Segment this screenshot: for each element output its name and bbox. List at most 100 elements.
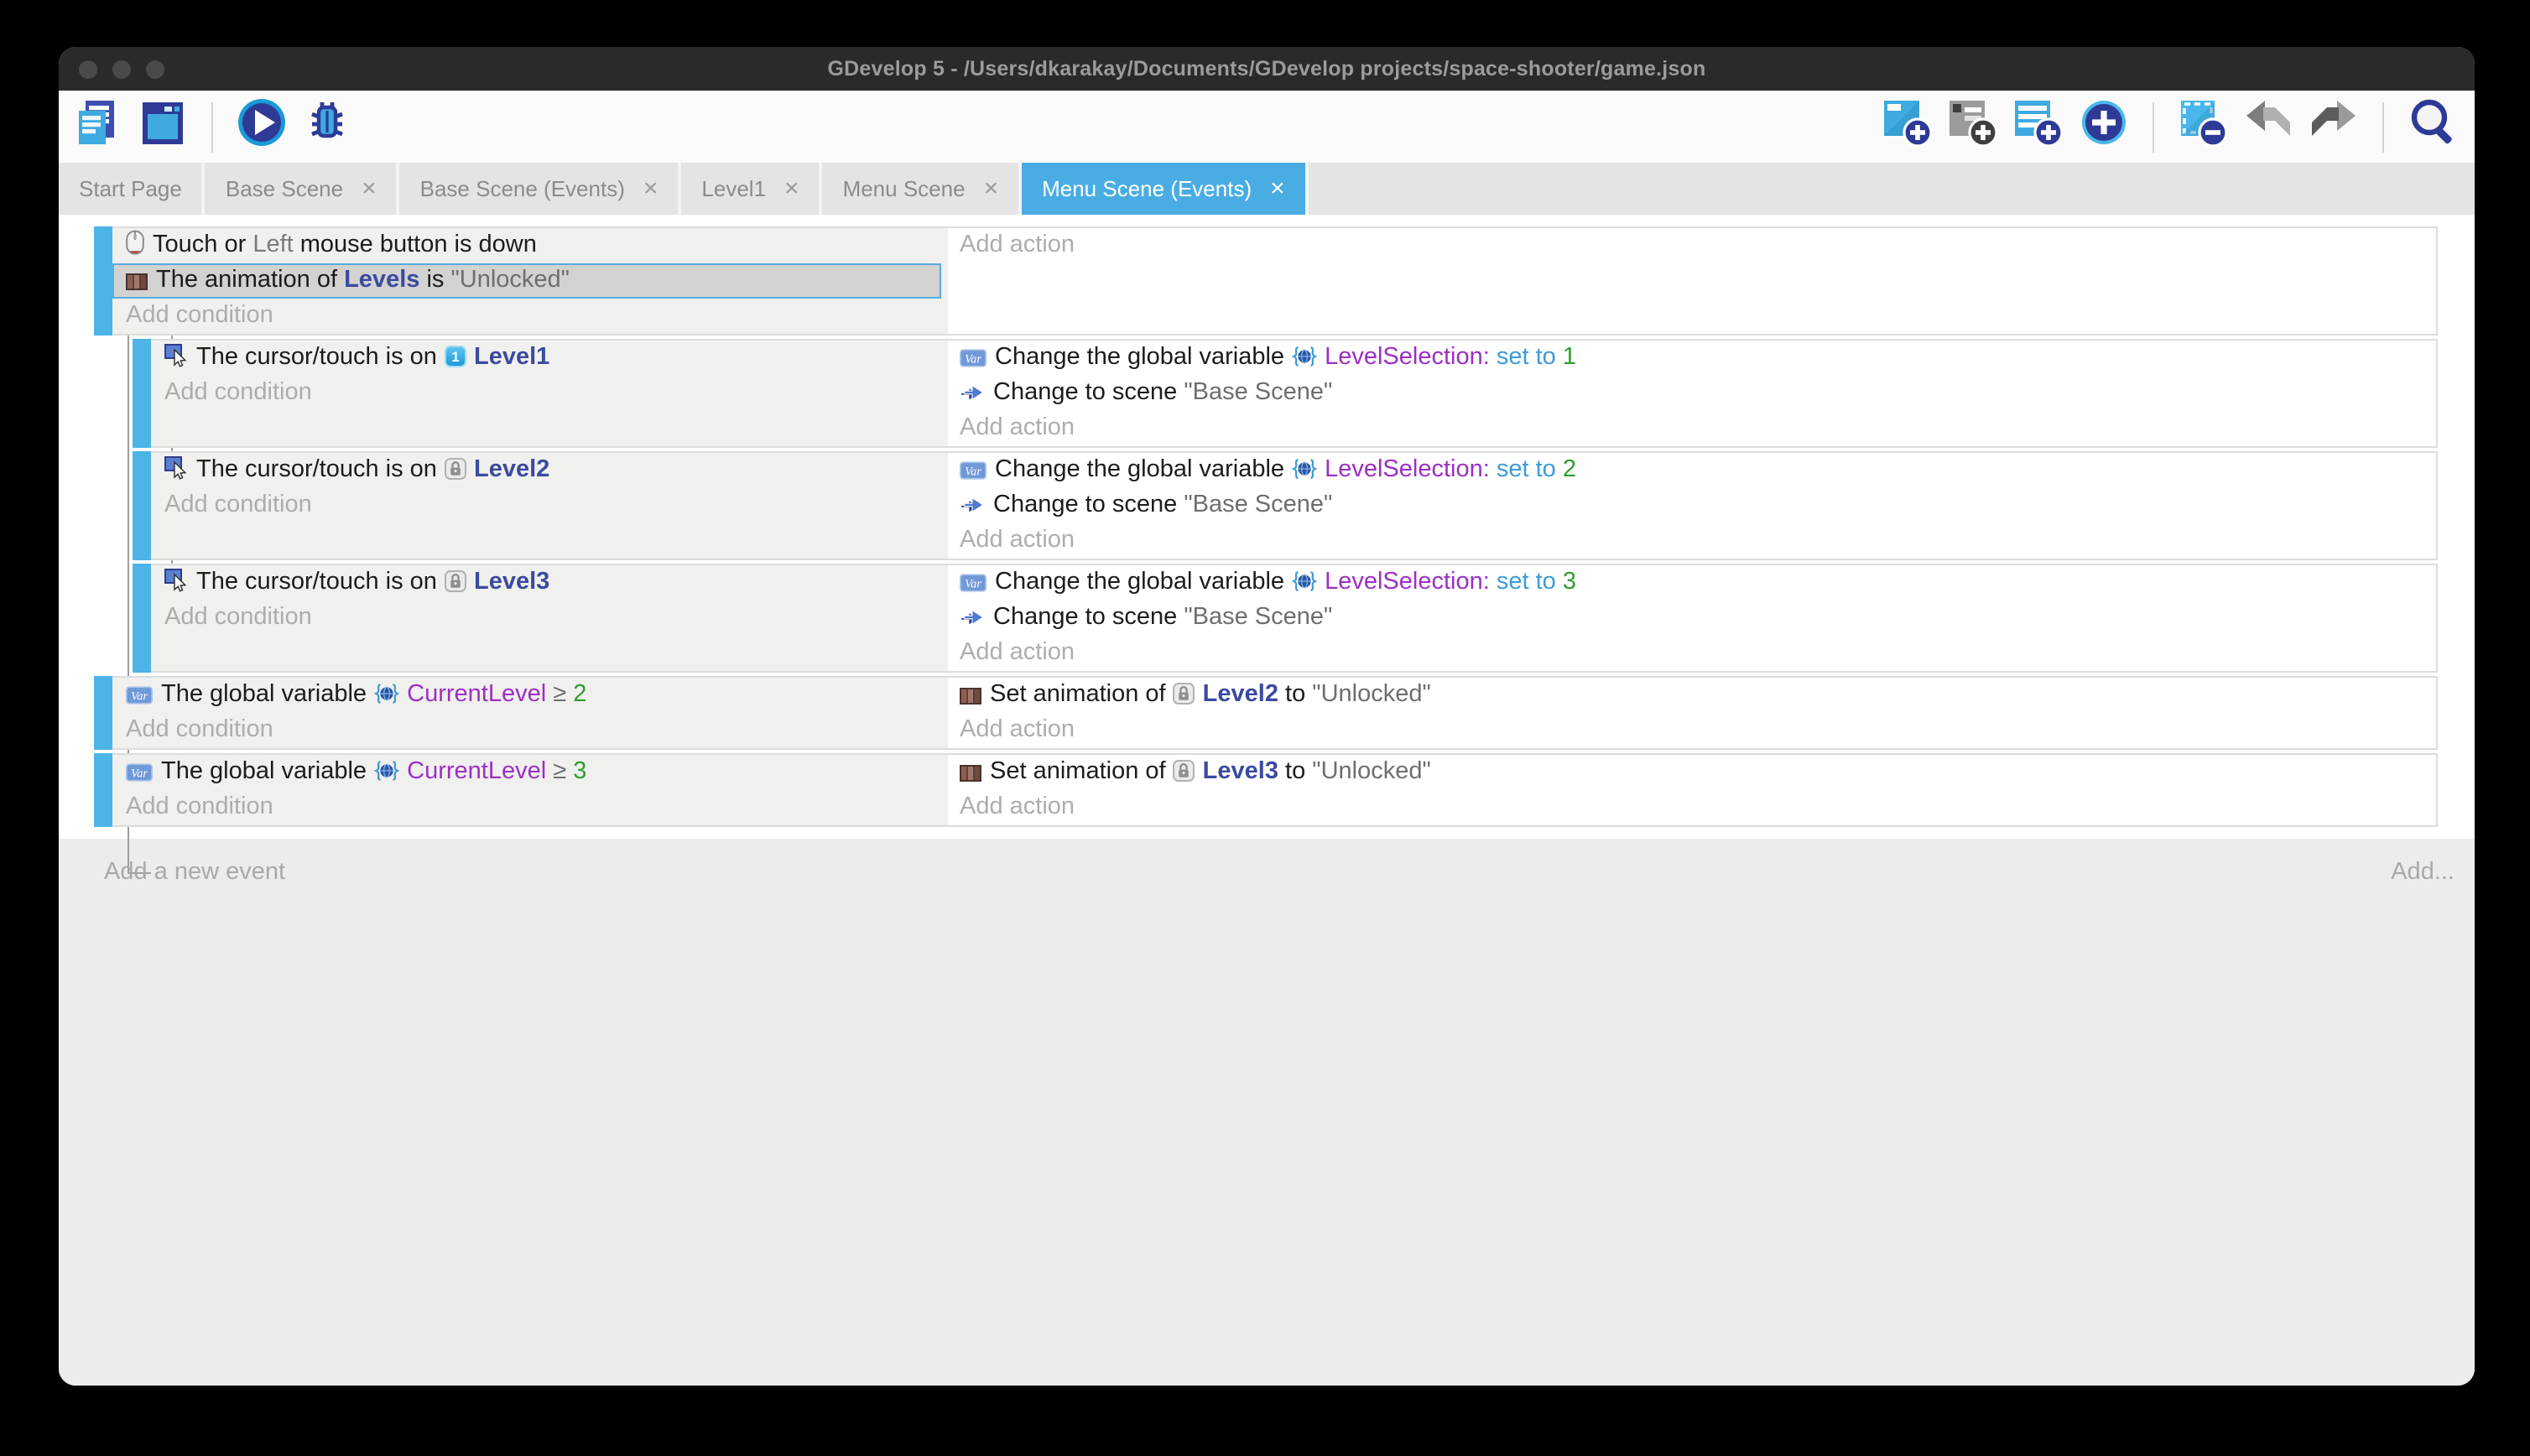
close-tab-icon[interactable]: × <box>643 176 659 201</box>
tab-start-page[interactable]: Start Page <box>59 163 206 215</box>
condition-row[interactable]: VarThe global variable CurrentLevel ≥ 2 <box>126 678 948 713</box>
close-tab-icon[interactable]: × <box>362 176 377 201</box>
event-box: The cursor/touch is on Level3Add conditi… <box>151 564 2438 673</box>
add-condition-link[interactable]: Add condition <box>126 713 948 748</box>
event-currentlevel-gte-3: VarThe global variable CurrentLevel ≥ 3A… <box>94 753 2438 827</box>
delete-event-button[interactable] <box>2176 100 2230 153</box>
tab-menu-scene[interactable]: Menu Scene × <box>823 163 1023 215</box>
scene-editor-button[interactable] <box>136 100 190 153</box>
tab-base-scene[interactable]: Base Scene× <box>206 163 400 215</box>
text-segment: LevelSelection <box>1325 569 1483 595</box>
svg-text:Var: Var <box>131 767 148 780</box>
action-row[interactable]: VarChange the global variable LevelSelec… <box>960 341 2436 376</box>
text-segment: Left <box>252 231 293 258</box>
close-tab-icon[interactable]: × <box>984 176 999 201</box>
text-segment: 2 <box>573 681 586 708</box>
undo-button[interactable] <box>2241 100 2295 153</box>
search-button[interactable] <box>2406 100 2460 153</box>
add-event-button[interactable] <box>1881 100 1934 153</box>
add-subevent-icon <box>2012 96 2065 158</box>
text-segment: The animation of <box>156 267 344 294</box>
add-more-link[interactable]: Add... <box>2391 859 2455 886</box>
toolbar <box>59 91 2475 163</box>
text-segment: Change the global variable <box>995 569 1291 595</box>
conditions-column: VarThe global variable CurrentLevel ≥ 2A… <box>112 678 953 748</box>
event-handle[interactable] <box>94 226 112 335</box>
close-tab-icon[interactable]: × <box>1270 176 1285 201</box>
add-action-link[interactable]: Add action <box>960 228 2436 263</box>
zoom-window-icon[interactable] <box>146 60 164 79</box>
add-action-link[interactable]: Add action <box>960 636 2436 671</box>
tab-menu-scene-events[interactable]: Menu Scene (Events)× <box>1022 163 1309 215</box>
debug-icon <box>302 97 352 156</box>
action-row[interactable]: Change to scene "Base Scene" <box>960 601 2436 636</box>
condition-row[interactable]: VarThe global variable CurrentLevel ≥ 3 <box>126 755 948 790</box>
lock-icon <box>1173 760 1195 782</box>
add-condition-link[interactable]: Add condition <box>126 299 948 334</box>
event-box: VarThe global variable CurrentLevel ≥ 2A… <box>112 676 2438 750</box>
actions-column: Add action <box>953 228 2436 334</box>
conditions-column: The cursor/touch is on Level2Add conditi… <box>151 453 953 559</box>
add-condition-link[interactable]: Add condition <box>164 376 948 411</box>
add-condition-link[interactable]: Add condition <box>164 601 948 636</box>
add-condition-link[interactable]: Add condition <box>126 790 948 825</box>
var-icon: Var <box>960 349 986 367</box>
event-handle[interactable] <box>133 451 151 560</box>
text-segment: is <box>419 267 450 294</box>
text-segment: 2 <box>1563 456 1576 483</box>
condition-row[interactable]: The animation of Levels is "Unlocked" <box>112 263 941 299</box>
add-condition-link[interactable]: Add condition <box>164 488 948 523</box>
project-manager-button[interactable] <box>70 100 124 153</box>
redo-button[interactable] <box>2307 100 2361 153</box>
add-new-event-link[interactable]: Add a new event <box>104 859 285 886</box>
action-row[interactable]: Set animation of Level3 to "Unlocked" <box>960 755 2436 790</box>
add-subevent-button[interactable] <box>2012 100 2065 153</box>
action-row[interactable]: VarChange the global variable LevelSelec… <box>960 453 2436 488</box>
condition-row[interactable]: Touch or Left mouse button is down <box>126 228 948 263</box>
event-box: The cursor/touch is on 1Level1Add condit… <box>151 339 2438 448</box>
add-comment-button[interactable] <box>1946 100 2000 153</box>
condition-row[interactable]: The cursor/touch is on Level2 <box>164 453 948 488</box>
action-row[interactable]: Change to scene "Base Scene" <box>960 488 2436 523</box>
globe-icon <box>1291 346 1316 367</box>
conditions-column: The cursor/touch is on 1Level1Add condit… <box>151 341 953 446</box>
close-tab-icon[interactable]: × <box>784 176 799 201</box>
debug-button[interactable] <box>300 100 354 153</box>
text-segment: CurrentLevel <box>407 758 546 785</box>
scene-editor-icon <box>138 97 188 156</box>
gdevelop-window: GDevelop 5 - /Users/dkarakay/Documents/G… <box>59 47 2475 1386</box>
condition-row[interactable]: The cursor/touch is on Level3 <box>164 565 948 601</box>
tab-label: Menu Scene <box>843 176 966 201</box>
minimize-window-icon[interactable] <box>112 60 131 79</box>
text-segment: mouse button is down <box>294 231 537 258</box>
cursor-icon <box>164 569 188 592</box>
action-row[interactable]: Set animation of Level2 to "Unlocked" <box>960 678 2436 713</box>
text-segment: LevelSelection <box>1325 456 1483 483</box>
event-handle[interactable] <box>94 753 112 827</box>
tab-base-scene-events[interactable]: Base Scene (Events)× <box>400 163 682 215</box>
add-action-link[interactable]: Add action <box>960 713 2436 748</box>
event-handle[interactable] <box>94 676 112 750</box>
condition-row[interactable]: The cursor/touch is on 1Level1 <box>164 341 948 376</box>
svg-text:1: 1 <box>450 349 458 365</box>
text-segment: 1 <box>1563 344 1576 371</box>
add-action-link[interactable]: Add action <box>960 523 2436 559</box>
choose-event-button[interactable] <box>2077 100 2131 153</box>
add-action-link[interactable]: Add action <box>960 790 2436 825</box>
event-handle[interactable] <box>133 339 151 448</box>
redo-icon <box>2307 96 2361 158</box>
tab-label: Level1 <box>701 176 766 201</box>
text-segment: Level2 <box>1203 681 1278 708</box>
play-button[interactable] <box>235 100 289 153</box>
text-segment: 3 <box>1563 569 1576 595</box>
text-segment: Level3 <box>1203 758 1278 785</box>
globe-icon <box>373 760 398 782</box>
svg-text:Var: Var <box>965 577 981 590</box>
tab-level1[interactable]: Level1 × <box>681 163 822 215</box>
action-row[interactable]: Change to scene "Base Scene" <box>960 376 2436 411</box>
event-handle[interactable] <box>133 564 151 673</box>
action-row[interactable]: Var Change the global variable LevelSelec… <box>960 565 2436 601</box>
actions-column: Set animation of Level2 to "Unlocked"Add… <box>953 678 2436 748</box>
add-action-link[interactable]: Add action <box>960 411 2436 446</box>
close-window-icon[interactable] <box>79 60 97 79</box>
